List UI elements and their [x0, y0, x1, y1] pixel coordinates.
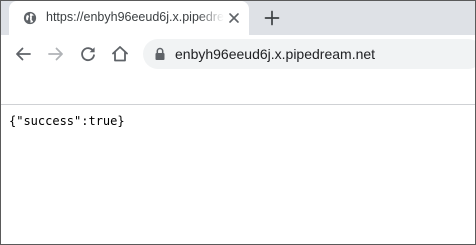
- address-bar[interactable]: enbyh96eeud6j.x.pipedream.net: [143, 39, 475, 69]
- close-icon[interactable]: [228, 12, 240, 24]
- url-text[interactable]: enbyh96eeud6j.x.pipedream.net: [175, 46, 375, 62]
- lock-icon[interactable]: [154, 47, 166, 61]
- reload-icon[interactable]: [78, 44, 98, 64]
- home-icon[interactable]: [110, 44, 130, 64]
- tab-title: https://enbyh96eeud6j.x.pipedream.net/: [46, 10, 224, 24]
- page-content: {"success":true}: [1, 105, 475, 244]
- globe-icon: [23, 11, 37, 25]
- browser-window: https://enbyh96eeud6j.x.pipedream.net/: [0, 0, 476, 245]
- new-tab-plus-icon[interactable]: [264, 10, 280, 26]
- toolbar: enbyh96eeud6j.x.pipedream.net: [1, 35, 475, 73]
- active-tab[interactable]: https://enbyh96eeud6j.x.pipedream.net/: [9, 1, 249, 35]
- tab-strip: https://enbyh96eeud6j.x.pipedream.net/: [1, 1, 475, 35]
- back-arrow-icon[interactable]: [13, 44, 33, 64]
- response-body-text: {"success":true}: [9, 114, 125, 128]
- forward-arrow-icon[interactable]: [46, 44, 66, 64]
